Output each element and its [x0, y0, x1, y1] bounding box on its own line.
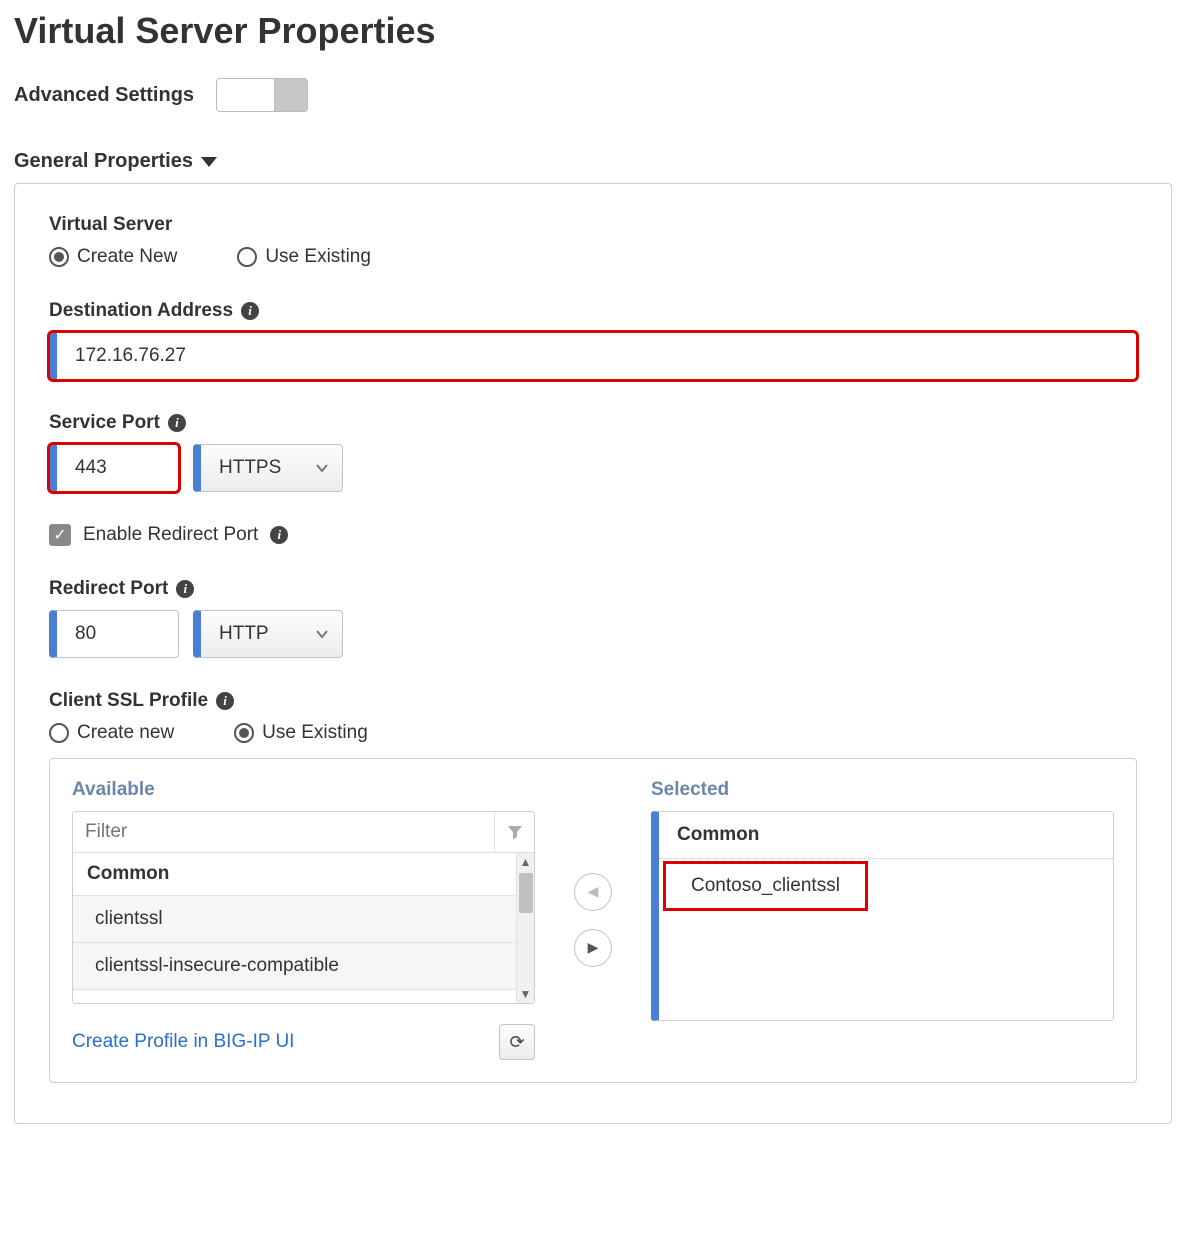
vs-create-new-option[interactable]: Create New	[49, 246, 177, 268]
client-ssl-profile-label: Client SSL Profile i	[49, 690, 1137, 712]
ssl-use-existing-option[interactable]: Use Existing	[234, 722, 368, 744]
ssl-available-column: Available Common clientssl clientssl-ins…	[72, 779, 535, 1060]
enable-redirect-port-label: Enable Redirect Port	[83, 524, 258, 546]
chevron-down-icon	[316, 462, 328, 474]
destination-address-label: Destination Address i	[49, 300, 1137, 322]
enable-redirect-port-checkbox[interactable]: ✓	[49, 524, 71, 546]
radio-icon	[49, 723, 69, 743]
caret-left-icon: ◀	[588, 883, 599, 900]
destination-address-input[interactable]	[49, 332, 1137, 380]
available-item[interactable]: clientssl	[73, 896, 516, 943]
info-icon[interactable]: i	[241, 302, 259, 320]
vs-create-new-label: Create New	[77, 246, 177, 268]
ssl-profile-picker: Available Common clientssl clientssl-ins…	[49, 758, 1137, 1083]
move-right-button[interactable]: ▶	[574, 929, 612, 967]
selected-group-header: Common	[659, 812, 1113, 859]
redirect-port-input[interactable]	[49, 610, 179, 658]
section-title: General Properties	[14, 150, 193, 173]
page-title: Virtual Server Properties	[14, 10, 1172, 52]
create-profile-link[interactable]: Create Profile in BIG-IP UI	[72, 1031, 294, 1053]
advanced-settings-label: Advanced Settings	[14, 84, 194, 107]
ssl-selected-column: Selected Common Contoso_clientssl	[651, 779, 1114, 1060]
service-port-input[interactable]	[49, 444, 179, 492]
service-port-label: Service Port i	[49, 412, 1137, 434]
refresh-icon: ⟳	[509, 1032, 524, 1053]
radio-icon	[234, 723, 254, 743]
scroll-down-icon[interactable]: ▼	[520, 985, 532, 1003]
ssl-use-existing-label: Use Existing	[262, 722, 368, 744]
radio-icon	[237, 247, 257, 267]
redirect-port-protocol-select[interactable]: HTTP	[193, 610, 343, 658]
move-left-button[interactable]: ◀	[574, 873, 612, 911]
info-icon[interactable]: i	[176, 580, 194, 598]
available-title: Available	[72, 779, 535, 801]
chevron-down-icon	[316, 628, 328, 640]
selected-item[interactable]: Contoso_clientssl	[665, 863, 866, 909]
virtual-server-label: Virtual Server	[49, 214, 1137, 236]
scroll-up-icon[interactable]: ▲	[520, 853, 532, 871]
refresh-button[interactable]: ⟳	[499, 1024, 535, 1060]
advanced-settings-toggle[interactable]	[216, 78, 308, 112]
radio-icon	[49, 247, 69, 267]
filter-icon[interactable]	[494, 812, 534, 852]
toggle-knob	[217, 79, 275, 111]
general-properties-panel: Virtual Server Create New Use Existing D…	[14, 183, 1172, 1124]
redirect-port-protocol-value: HTTP	[219, 623, 269, 645]
ssl-filter-input[interactable]	[73, 812, 494, 852]
caret-right-icon: ▶	[588, 939, 599, 956]
available-scrollbar[interactable]: ▲ ▼	[516, 853, 534, 1003]
ssl-create-new-option[interactable]: Create new	[49, 722, 174, 744]
caret-down-icon	[201, 157, 217, 167]
info-icon[interactable]: i	[216, 692, 234, 710]
available-item[interactable]: clientssl-insecure-compatible	[73, 943, 516, 990]
vs-use-existing-option[interactable]: Use Existing	[237, 246, 371, 268]
general-properties-header[interactable]: General Properties	[14, 150, 1172, 173]
info-icon[interactable]: i	[168, 414, 186, 432]
ssl-create-new-label: Create new	[77, 722, 174, 744]
available-group-header: Common	[73, 853, 516, 896]
redirect-port-label: Redirect Port i	[49, 578, 1137, 600]
service-port-protocol-value: HTTPS	[219, 457, 281, 479]
vs-use-existing-label: Use Existing	[265, 246, 371, 268]
service-port-protocol-select[interactable]: HTTPS	[193, 444, 343, 492]
selected-title: Selected	[651, 779, 1114, 801]
scroll-thumb[interactable]	[519, 873, 533, 913]
info-icon[interactable]: i	[270, 526, 288, 544]
move-buttons: ◀ ▶	[565, 779, 621, 1060]
